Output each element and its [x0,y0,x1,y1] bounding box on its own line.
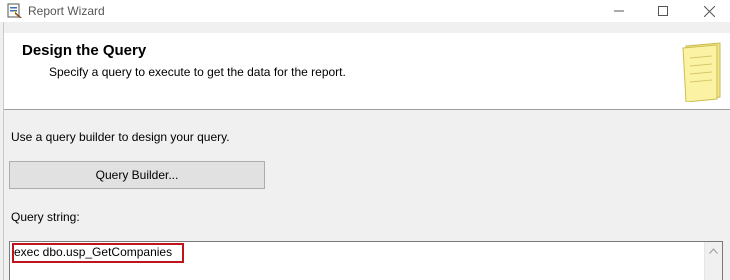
close-icon [703,5,715,17]
scroll-up-button[interactable] [705,244,722,258]
query-string-value: exec dbo.usp_GetCompanies [14,245,173,259]
maximize-button[interactable] [640,0,686,22]
query-string-textarea[interactable]: exec dbo.usp_GetCompanies [9,241,723,280]
chevron-up-icon [709,248,718,254]
maximize-icon [658,6,668,16]
window-title: Report Wizard [28,4,105,18]
title-bar: Report Wizard [0,0,730,22]
report-wizard-window: Report Wizard Design the Query Specify a… [0,0,730,280]
minimize-button[interactable] [596,0,642,22]
wizard-header: Design the Query Specify a query to exec… [4,33,730,110]
query-string-label: Query string: [11,210,80,224]
notepad-icon [682,42,721,102]
page-subtitle: Specify a query to execute to get the da… [49,65,346,79]
vertical-scrollbar[interactable] [704,242,722,280]
report-wizard-icon [7,3,22,18]
page-title: Design the Query [22,42,147,59]
query-builder-instructions: Use a query builder to design your query… [11,130,230,144]
query-builder-button[interactable]: Query Builder... [9,161,265,189]
minimize-icon [614,10,624,12]
close-button[interactable] [686,0,730,22]
